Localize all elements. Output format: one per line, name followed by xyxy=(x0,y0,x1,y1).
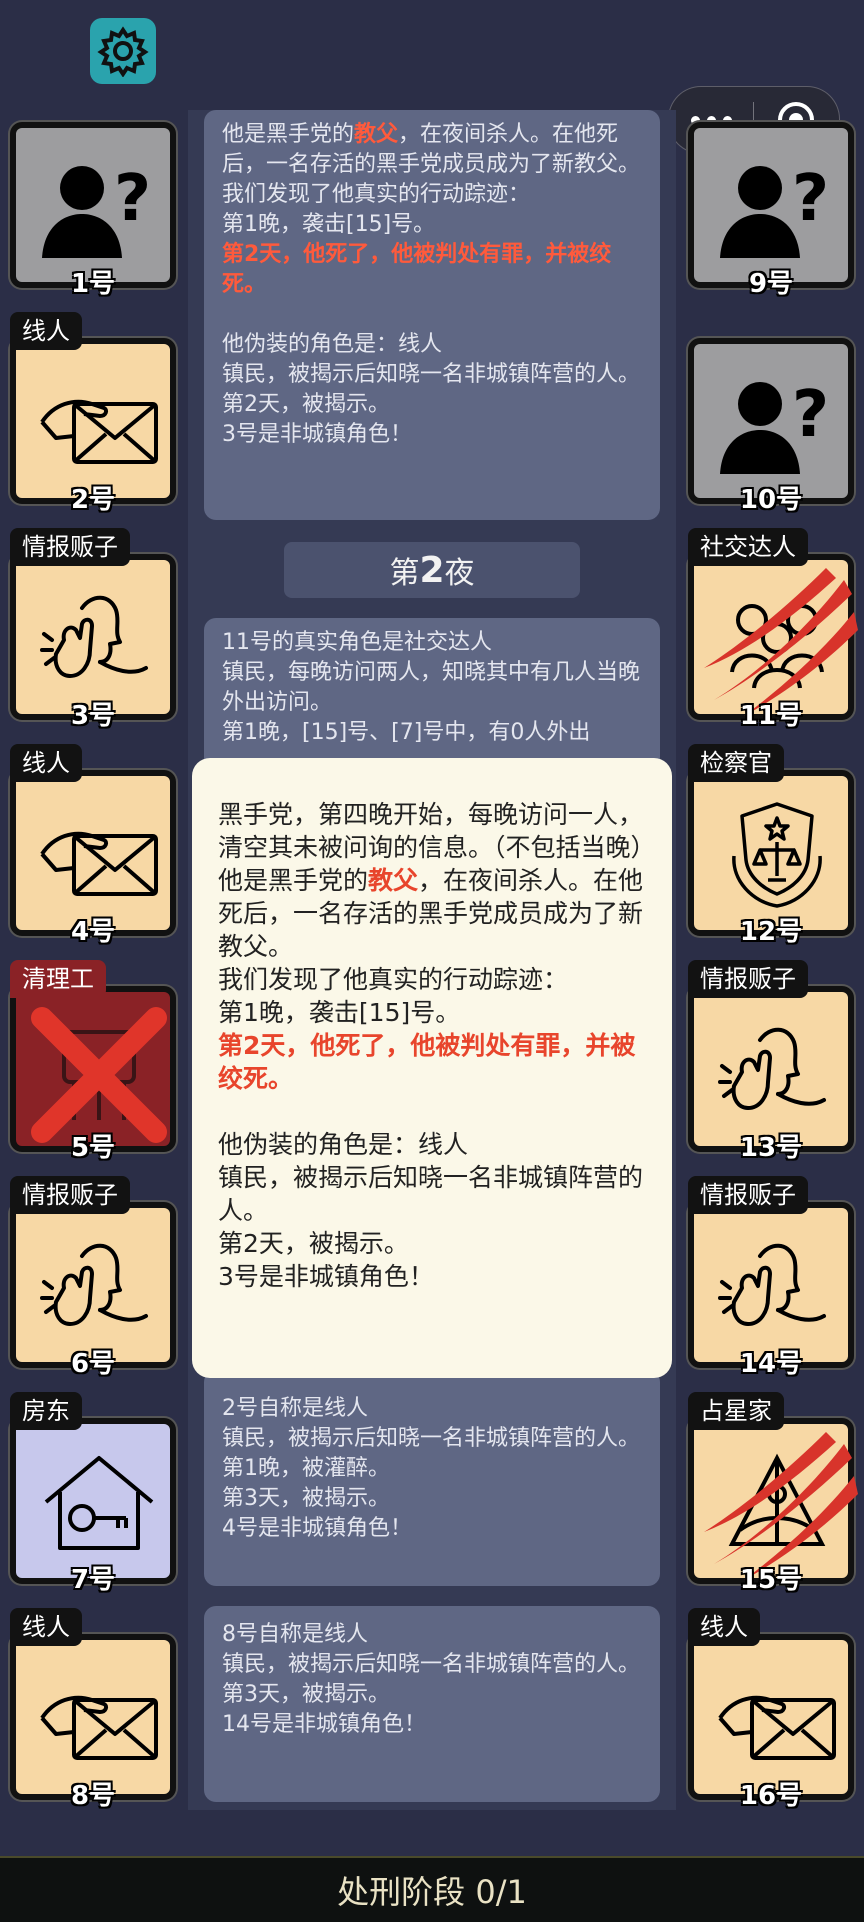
whisper-icon xyxy=(34,580,164,700)
popup-night1: 第1晚，袭击[15]号。 xyxy=(218,998,461,1027)
whisper-icon xyxy=(34,1228,164,1348)
unknown-player-icon: ? xyxy=(712,364,842,484)
player-slot-1[interactable]: ? 1号 xyxy=(10,122,176,299)
popup-ability: 黑手党，第四晚开始，每晚访问一人，清空其未被问询的信息。（不包括当晚） xyxy=(218,800,656,862)
popup-death: 第2天，他死了，他被判处有罪，并被绞死。 xyxy=(218,1031,636,1093)
player-number: 16号 xyxy=(739,1781,803,1811)
player-slot-14[interactable]: 情报贩子 14号 xyxy=(688,1176,854,1379)
whisper-icon xyxy=(712,1012,842,1132)
player-slot-5[interactable]: 清理工 5号 xyxy=(10,960,176,1163)
role-tag: 情报贩子 xyxy=(688,960,808,998)
popup-result: 3号是非城镇角色！ xyxy=(218,1262,434,1291)
player-number: 2号 xyxy=(70,485,116,515)
envelope-hand-icon xyxy=(34,364,164,484)
prosecutor-badge-icon xyxy=(712,796,842,916)
role-tag: 线人 xyxy=(10,1608,82,1646)
role-tag: 情报贩子 xyxy=(10,528,130,566)
player-number: 1号 xyxy=(70,269,116,299)
gear-icon xyxy=(97,26,149,77)
player-number: 7号 xyxy=(70,1565,116,1595)
unknown-player-icon: ? xyxy=(34,148,164,268)
player-number: 3号 xyxy=(70,701,116,731)
role-tag: 清理工 xyxy=(10,960,106,998)
popup-revealed: 第2天，被揭示。 xyxy=(218,1229,409,1258)
envelope-hand-icon xyxy=(34,796,164,916)
envelope-hand-icon xyxy=(34,1660,164,1780)
player-slot-15[interactable]: 占星家 15号 xyxy=(688,1392,858,1595)
player-number: 12号 xyxy=(739,917,803,947)
role-tag: 占星家 xyxy=(688,1392,784,1430)
player-number: 10号 xyxy=(739,485,803,515)
house-key-icon xyxy=(34,1444,164,1564)
role-tag: 房东 xyxy=(10,1392,82,1430)
popup-trace: 我们发现了他真实的行动踪迹： xyxy=(218,965,569,994)
popup-role-line: 他是黑手党的教父，在夜间杀人。在他死后，一名存活的黑手党成员成为了新教父。 xyxy=(218,866,644,961)
settings-button[interactable] xyxy=(90,18,156,84)
execution-phase-bar: 处刑阶段 0/1 xyxy=(0,1856,864,1922)
phase-label: 处刑阶段 0/1 xyxy=(337,1873,527,1911)
svg-text:?: ? xyxy=(792,378,829,452)
svg-text:?: ? xyxy=(114,162,151,236)
player-slot-9[interactable]: ? 9号 xyxy=(688,122,854,299)
player-slot-7[interactable]: 房东 7号 xyxy=(10,1392,176,1595)
night-header: 第2夜 xyxy=(284,542,580,598)
role-tag: 情报贩子 xyxy=(10,1176,130,1214)
log-entry-informant-8: 8号自称是线人 镇民，被揭示后知晓一名非城镇阵营的人。 第3天，被揭示。 14号… xyxy=(204,1606,660,1802)
player-slot-2[interactable]: 线人 2号 xyxy=(10,312,176,515)
popup-disguise: 他伪装的角色是：线人 xyxy=(218,1130,469,1159)
player-number: 11号 xyxy=(739,701,803,731)
envelope-hand-icon xyxy=(712,1660,842,1780)
player-number: 4号 xyxy=(70,917,116,947)
player-slot-8[interactable]: 线人 8号 xyxy=(10,1608,176,1811)
role-tag: 线人 xyxy=(688,1608,760,1646)
player-number: 5号 xyxy=(70,1133,116,1163)
player-number: 6号 xyxy=(70,1349,116,1379)
player-number: 14号 xyxy=(739,1349,803,1379)
role-tag: 社交达人 xyxy=(688,528,808,566)
svg-text:?: ? xyxy=(792,162,829,236)
player-slot-4[interactable]: 线人 4号 xyxy=(10,744,176,947)
player-slot-12[interactable]: 检察官 12号 xyxy=(688,744,854,947)
role-detail-popup[interactable]: 黑手党，第四晚开始，每晚访问一人，清空其未被问询的信息。（不包括当晚） 他是黑手… xyxy=(192,758,672,1378)
player-slot-3[interactable]: 情报贩子 3号 xyxy=(10,528,176,731)
player-slot-6[interactable]: 情报贩子 6号 xyxy=(10,1176,176,1379)
role-tag: 情报贩子 xyxy=(688,1176,808,1214)
player-number: 13号 xyxy=(739,1133,803,1163)
unknown-player-icon: ? xyxy=(712,148,842,268)
player-number: 8号 xyxy=(70,1781,116,1811)
player-number: 9号 xyxy=(748,269,794,299)
whisper-icon xyxy=(712,1228,842,1348)
role-tag: 线人 xyxy=(10,744,82,782)
popup-disguise-desc: 镇民，被揭示后知晓一名非城镇阵营的人。 xyxy=(218,1163,644,1225)
player-slot-11[interactable]: 社交达人 11号 xyxy=(688,528,858,731)
player-slot-16[interactable]: 线人 16号 xyxy=(688,1608,854,1811)
player-number: 15号 xyxy=(739,1565,803,1595)
role-tag: 检察官 xyxy=(688,744,784,782)
log-entry-informant-2: 2号自称是线人 镇民，被揭示后知晓一名非城镇阵营的人。 第1晚，被灌醉。 第3天… xyxy=(204,1370,660,1586)
player-slot-13[interactable]: 情报贩子 13号 xyxy=(688,960,854,1163)
role-tag: 线人 xyxy=(10,312,82,350)
log-entry-godfather: 他是黑手党的教父，在夜间杀人。在他死后，一名存活的黑手党成员成为了新教父。 我们… xyxy=(204,110,660,520)
player-slot-10[interactable]: ? 10号 xyxy=(688,338,854,515)
